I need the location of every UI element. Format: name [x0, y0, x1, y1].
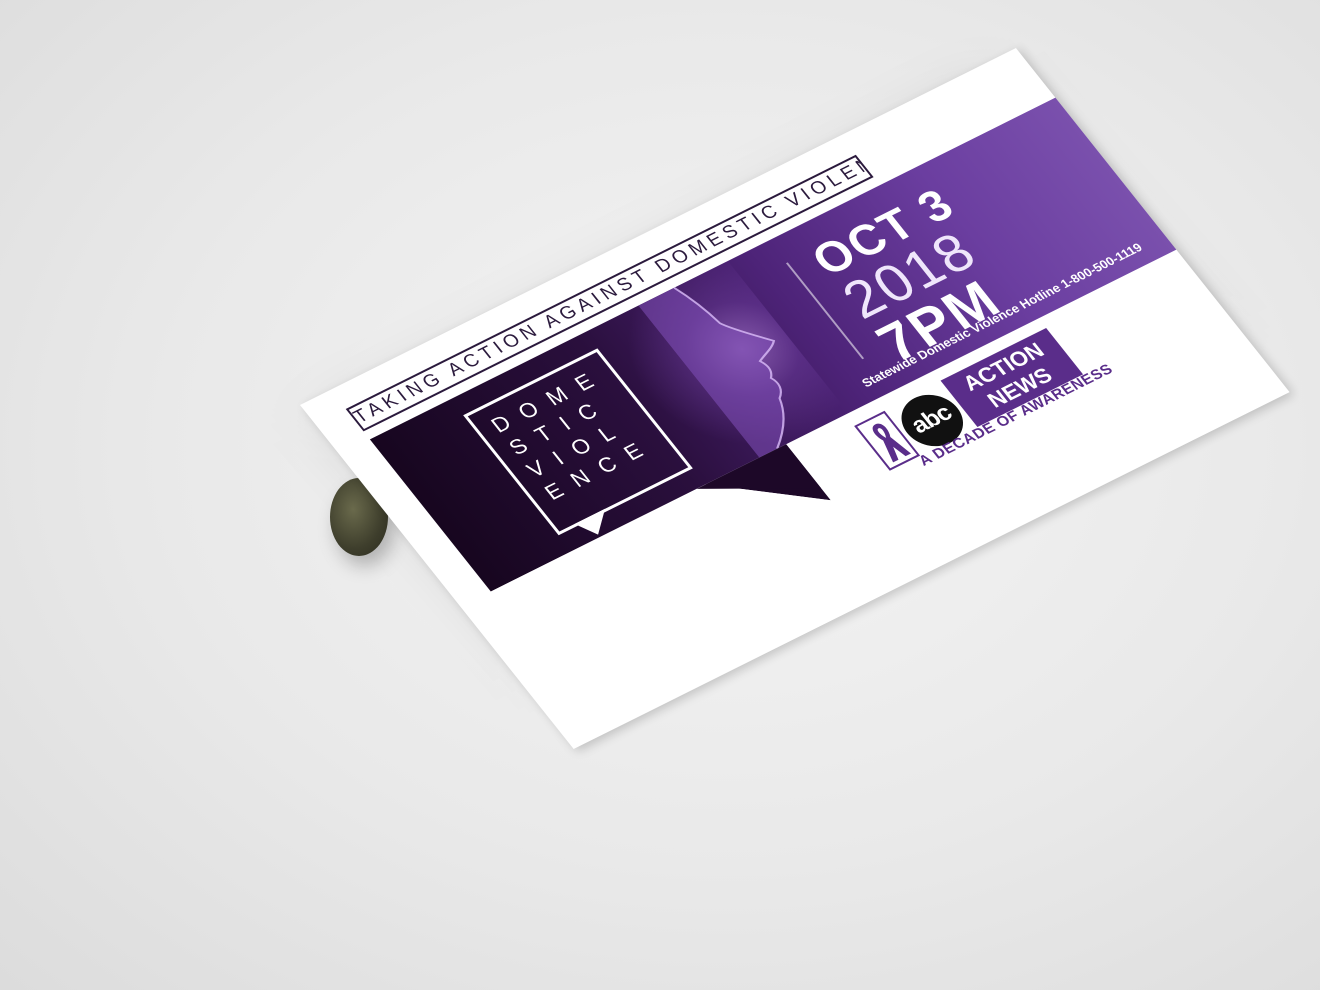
card-transform: TAKING ACTION AGAINST DOMESTIC VIOLENCE … — [300, 48, 1290, 750]
event-card: TAKING ACTION AGAINST DOMESTIC VIOLENCE … — [300, 48, 1290, 750]
product-mockup-scene: TAKING ACTION AGAINST DOMESTIC VIOLENCE … — [0, 0, 1320, 990]
